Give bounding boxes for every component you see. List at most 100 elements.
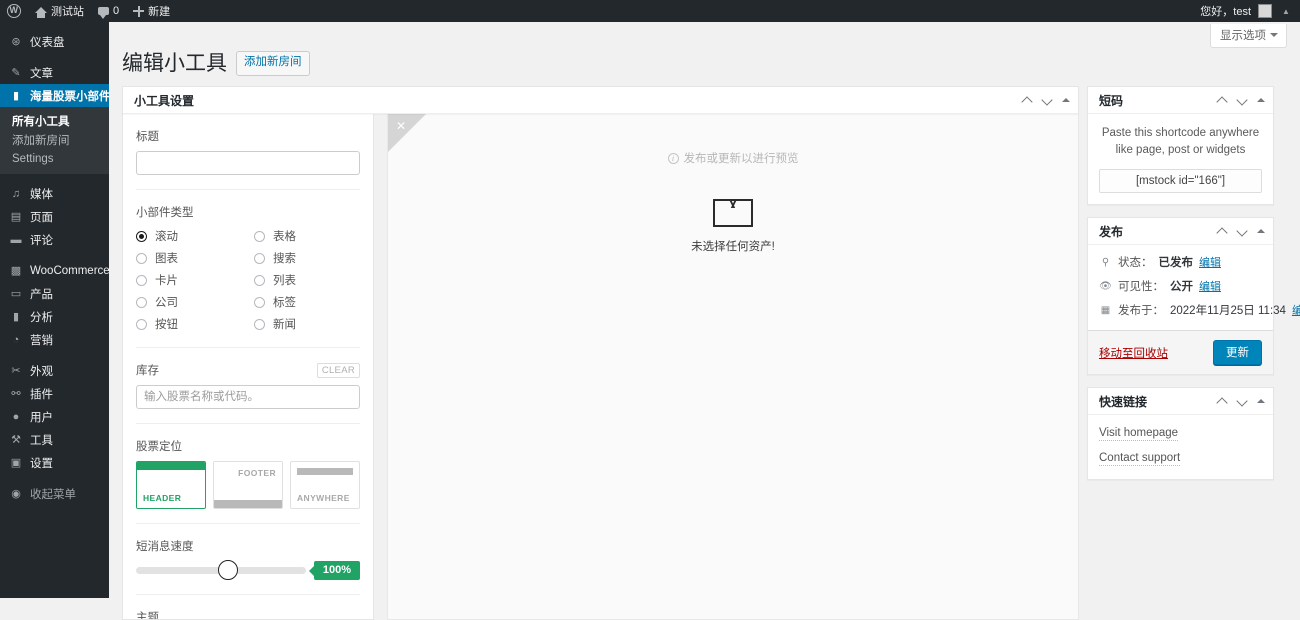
- visibility-value: 公开: [1170, 281, 1193, 294]
- sidebar-submenu: 所有小工具 添加新房间 Settings: [0, 107, 109, 174]
- toggle-panel-icon[interactable]: [1257, 98, 1265, 102]
- toggle-panel-icon[interactable]: [1257, 229, 1265, 234]
- radio-option-tag[interactable]: 标签: [254, 293, 372, 311]
- clear-button[interactable]: CLEAR: [316, 362, 360, 378]
- add-new-room-button[interactable]: 添加新房间: [236, 51, 310, 76]
- radio-option-button[interactable]: 按钮: [136, 315, 254, 333]
- sidebar-item-comments[interactable]: ▬ 评论: [0, 228, 109, 251]
- sidebar-item-media[interactable]: ♫ 媒体: [0, 182, 109, 205]
- sidebar-item-collapse-menu[interactable]: ◉ 收起菜单: [0, 482, 109, 505]
- sidebar-item-label: 工具: [30, 434, 53, 447]
- pin-icon: ⚲: [1101, 256, 1110, 268]
- move-up-icon[interactable]: [1022, 95, 1033, 106]
- sidebar-item-appearance[interactable]: ✂ 外观: [0, 359, 109, 382]
- close-icon[interactable]: ✕: [396, 120, 406, 132]
- dashboard-icon: ⊛: [11, 36, 21, 48]
- move-to-trash-link[interactable]: 移动至回收站: [1099, 345, 1168, 361]
- move-up-icon[interactable]: [1217, 95, 1228, 106]
- radio-option-company[interactable]: 公司: [136, 293, 254, 311]
- home-icon: [35, 7, 47, 18]
- move-down-icon[interactable]: [1237, 396, 1248, 407]
- move-down-icon[interactable]: [1237, 95, 1248, 106]
- slider-track[interactable]: [136, 559, 306, 580]
- close-ribbon-shape[interactable]: [388, 114, 426, 152]
- position-card-anywhere[interactable]: ANYWHERE: [290, 461, 360, 509]
- radio-option-news[interactable]: 新闻: [254, 315, 372, 333]
- sidebar-item-products[interactable]: ▭ 产品: [0, 282, 109, 305]
- submenu-item-label: 添加新房间: [12, 134, 70, 147]
- menu-separator-3: [0, 251, 109, 259]
- quick-link-contact-support[interactable]: Contact support: [1099, 452, 1181, 467]
- sidebar-item-label: 设置: [30, 457, 53, 470]
- radio-icon: [254, 274, 265, 286]
- theme-group: 主题: [136, 595, 360, 619]
- slider-handle[interactable]: [218, 559, 238, 580]
- update-button[interactable]: 更新: [1213, 340, 1262, 366]
- preview-hint: i 发布或更新以进行预览: [388, 150, 1078, 166]
- submenu-item-settings[interactable]: Settings: [0, 149, 109, 168]
- site-name-menu[interactable]: 测试站: [28, 0, 91, 22]
- sidebar-item-dashboard[interactable]: ⊛ 仪表盘: [0, 30, 109, 53]
- sidebar-item-woocommerce[interactable]: ▩ WooCommerce: [0, 259, 110, 282]
- stock-input[interactable]: [136, 385, 360, 409]
- radio-label: 表格: [273, 231, 296, 243]
- empty-state-text: 未选择任何资产!: [691, 241, 775, 253]
- radio-option-chart[interactable]: 图表: [136, 249, 254, 267]
- new-content-menu[interactable]: 新建: [126, 0, 177, 22]
- move-down-icon[interactable]: [1237, 226, 1248, 237]
- sidebar-item-label: 插件: [30, 388, 53, 401]
- radio-option-scroll[interactable]: 滚动: [136, 227, 254, 245]
- user-greeting[interactable]: 您好，test: [1200, 3, 1251, 19]
- sidebar-item-stock-widget[interactable]: ▮ 海量股票小部件: [0, 84, 117, 107]
- radio-option-list[interactable]: 列表: [254, 271, 372, 289]
- page-icon: ▤: [10, 211, 22, 223]
- sidebar-item-users[interactable]: ● 用户: [0, 405, 109, 428]
- toggle-panel-icon[interactable]: [1062, 98, 1070, 102]
- menu-separator-2: [0, 174, 109, 182]
- sidebar-item-plugins[interactable]: ⚯ 插件: [0, 382, 109, 405]
- page-header: 编辑小工具 添加新房间: [122, 51, 310, 76]
- title-input[interactable]: [136, 151, 360, 175]
- edit-visibility-link[interactable]: 编辑: [1199, 278, 1221, 294]
- submenu-item-add-new[interactable]: 添加新房间: [0, 130, 109, 149]
- shortcode-panel-body: Paste this shortcode anywhere like page,…: [1088, 114, 1273, 204]
- sidebar-item-pages[interactable]: ▤ 页面: [0, 205, 109, 228]
- widget-preview-area: ✕ i 发布或更新以进行预览 未选择任何资产!: [387, 114, 1079, 620]
- avatar[interactable]: [1258, 4, 1272, 18]
- media-icon: ♫: [11, 187, 21, 200]
- speed-slider[interactable]: 100%: [136, 559, 360, 580]
- radio-option-search[interactable]: 搜索: [254, 249, 372, 267]
- toggle-panel-icon[interactable]: [1257, 399, 1265, 404]
- edit-status-link[interactable]: 编辑: [1199, 254, 1221, 270]
- sidebar-item-tools[interactable]: ⚒ 工具: [0, 428, 109, 451]
- wp-logo-menu[interactable]: [0, 0, 28, 22]
- status-label: 状态：: [1118, 257, 1153, 270]
- header-bar-shape: [137, 462, 205, 470]
- move-down-icon[interactable]: [1042, 95, 1053, 106]
- shortcode-value[interactable]: [mstock id="166"]: [1099, 169, 1262, 194]
- sidebar-item-posts[interactable]: ✎ 文章: [0, 61, 109, 84]
- submenu-item-all-widgets[interactable]: 所有小工具: [0, 111, 109, 130]
- radio-option-table[interactable]: 表格: [254, 227, 372, 245]
- sidebar-item-settings[interactable]: ▣ 设置: [0, 451, 109, 474]
- quick-link-visit-homepage[interactable]: Visit homepage: [1099, 427, 1179, 442]
- edit-date-link[interactable]: 编辑: [1292, 302, 1300, 318]
- radio-option-card[interactable]: 卡片: [136, 271, 254, 289]
- position-label: 股票定位: [136, 441, 182, 453]
- products-icon: ▭: [10, 288, 22, 300]
- admin-bar-right: 您好，test ▲: [1200, 3, 1300, 19]
- move-up-icon[interactable]: [1217, 396, 1228, 407]
- screen-options-button[interactable]: 显示选项: [1210, 24, 1287, 48]
- scroll-up-arrow-icon[interactable]: ▲: [1278, 7, 1294, 16]
- position-card-header[interactable]: HEADER: [136, 461, 206, 509]
- widget-settings-form: 标题 小部件类型 滚动 表格 图表 搜索 卡片 列表 公司 标签 按钮 新闻 库…: [122, 114, 374, 620]
- sidebar-item-marketing[interactable]: ◔ 营销: [0, 328, 109, 351]
- sidebar-item-analytics[interactable]: ▮ 分析: [0, 305, 109, 328]
- sidebar-item-label: 评论: [30, 234, 53, 247]
- menu-separator-1: [0, 53, 109, 61]
- admin-sidebar: ⊛ 仪表盘 ✎ 文章 ▮ 海量股票小部件 所有小工具 添加新房间 Setting…: [0, 22, 117, 598]
- position-card-footer[interactable]: FOOTER: [213, 461, 283, 509]
- move-up-icon[interactable]: [1217, 226, 1228, 237]
- quick-links-body: Visit homepage Contact support: [1088, 415, 1273, 479]
- comments-menu[interactable]: 0: [91, 0, 126, 22]
